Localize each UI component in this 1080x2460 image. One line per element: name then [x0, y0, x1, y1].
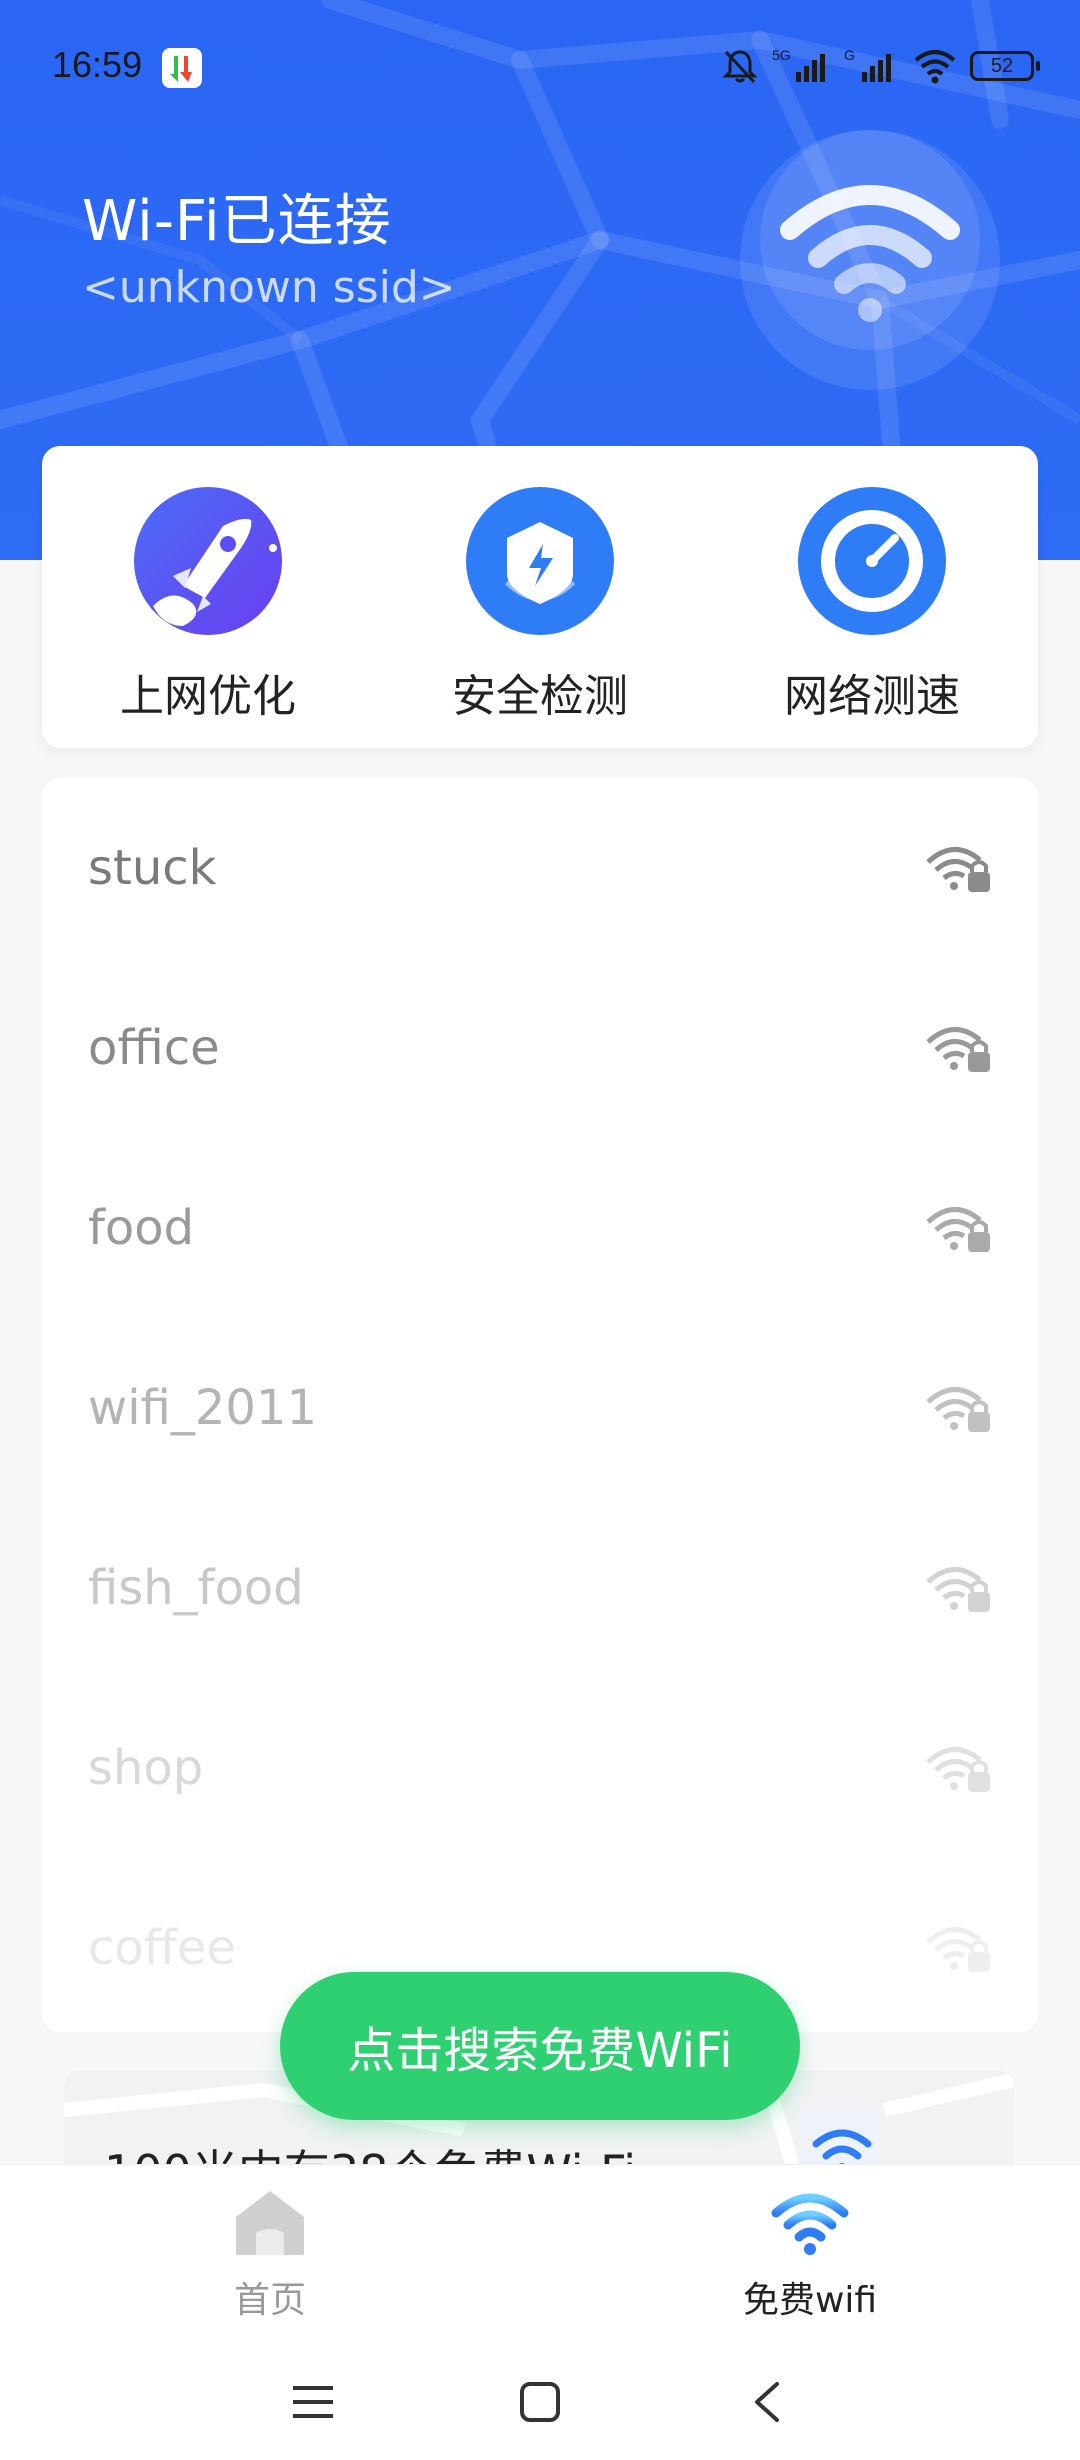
rocket-icon	[134, 487, 282, 635]
connected-wifi-icon	[740, 130, 1000, 390]
wifi-icon	[771, 2193, 849, 2255]
tool-label: 安全检测	[452, 671, 628, 722]
wifi-lock-icon	[926, 1027, 990, 1072]
wifi-lock-icon	[926, 1747, 990, 1792]
wifi-network-name: shop	[88, 1740, 204, 1796]
wifi-lock-icon	[926, 1387, 990, 1432]
nav-item-home[interactable]: 首页	[0, 2165, 540, 2344]
wifi-ssid-text: <unknown ssid>	[82, 262, 456, 313]
tool-speed-test[interactable]: 网络测速	[706, 446, 1038, 748]
wifi-lock-icon	[926, 1927, 990, 1972]
wifi-network-name: wifi_2011	[88, 1380, 317, 1436]
wifi-network-name: office	[88, 1020, 220, 1076]
tool-speed-optimize[interactable]: 上网优化	[42, 446, 374, 748]
search-free-wifi-button[interactable]: 点击搜索免费WiFi	[280, 1972, 800, 2120]
back-arrow-icon	[754, 2382, 779, 2422]
wifi-network-name: coffee	[88, 1920, 236, 1976]
wifi-list-item[interactable]: office	[42, 958, 1038, 1138]
wifi-network-name: food	[88, 1200, 195, 1256]
svg-text:G: G	[844, 47, 855, 63]
system-navigation-bar	[0, 2344, 1080, 2460]
nav-label-home: 首页	[233, 2280, 306, 2321]
wifi-lock-icon	[926, 1567, 990, 1612]
tool-label: 上网优化	[120, 671, 296, 722]
back-button[interactable]	[737, 2372, 797, 2432]
wifi-list-item[interactable]: food	[42, 1138, 1038, 1318]
nav-item-free-wifi[interactable]: 免费wifi	[540, 2165, 1080, 2344]
mute-bell-icon	[722, 50, 758, 84]
wifi-list: stuck office food wifi_2011 fish_food sh…	[42, 778, 1038, 2032]
status-icons: 5G G 52	[720, 46, 1040, 86]
shield-bolt-icon	[466, 487, 614, 635]
tool-security-check[interactable]: 安全检测	[374, 446, 706, 748]
wifi-network-name: fish_food	[88, 1560, 304, 1616]
status-time: 16:59	[52, 44, 143, 85]
wifi-list-item[interactable]: shop	[42, 1678, 1038, 1858]
menu-icon	[293, 2386, 334, 2418]
square-icon	[519, 2382, 560, 2422]
wifi-list-item[interactable]: fish_food	[42, 1498, 1038, 1678]
speedometer-icon	[798, 487, 946, 635]
battery-indicator: 52	[970, 51, 1040, 81]
wifi-list-item[interactable]: wifi_2011	[42, 1318, 1038, 1498]
wifi-lock-icon	[926, 847, 990, 892]
home-icon	[236, 2191, 304, 2255]
bottom-navigation: 首页 免费wifi	[0, 2164, 1080, 2344]
app-notification-icon	[162, 48, 202, 88]
nav-label-free-wifi: 免费wifi	[742, 2280, 878, 2321]
wifi-list-item[interactable]: stuck	[42, 778, 1038, 958]
wifi-status-icon	[914, 50, 956, 84]
svg-text:5G: 5G	[772, 47, 791, 63]
wifi-lock-icon	[926, 1207, 990, 1252]
wifi-connected-title: Wi-Fi已连接	[82, 189, 392, 254]
menu-button[interactable]	[283, 2372, 343, 2432]
signal-5g-icon: 5G	[772, 47, 825, 82]
home-button[interactable]	[510, 2372, 570, 2432]
signal-g-icon: G	[844, 47, 891, 82]
tool-label: 网络测速	[784, 671, 960, 722]
tools-card: 上网优化 安全检测 网络测速	[42, 446, 1038, 748]
status-bar: 16:59 5G G 52	[0, 0, 1080, 136]
wifi-network-name: stuck	[88, 840, 217, 896]
